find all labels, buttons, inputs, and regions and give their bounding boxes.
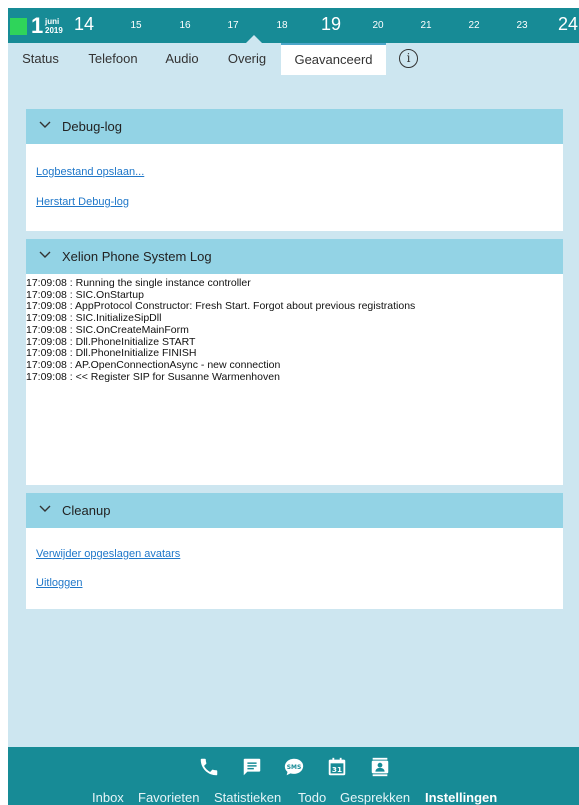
timeline-tick[interactable]: 15 [130, 20, 141, 32]
chevron-down-icon [39, 251, 51, 258]
app-window: 1 juni 2019 14 15 16 17 18 19 20 21 22 2… [8, 8, 579, 805]
timeline-month: juni [45, 17, 60, 26]
timeline-tick[interactable]: 20 [372, 20, 383, 32]
system-log-header[interactable]: Xelion Phone System Log [26, 239, 563, 274]
chat-icon[interactable] [241, 756, 263, 778]
timeline-tick[interactable]: 14 [74, 13, 94, 35]
nav-gesprekken[interactable]: Gesprekken [340, 791, 410, 805]
cleanup-panel: Cleanup Verwijder opgeslagen avatars Uit… [26, 493, 563, 609]
calendar-icon-text: 31 [332, 765, 342, 774]
debug-log-header[interactable]: Debug-log [26, 109, 563, 144]
save-logfile-link[interactable]: Logbestand opslaan... [36, 166, 144, 178]
tab-status[interactable]: Status [12, 43, 69, 75]
timeline-tick[interactable]: 23 [516, 20, 527, 32]
log-line: 17:09:08 : SIC.OnCreateMainForm [26, 323, 189, 336]
timeline-year: 2019 [45, 26, 63, 35]
log-line: 17:09:08 : << Register SIP for Susanne W… [26, 370, 280, 383]
sms-icon[interactable]: SMS [283, 756, 305, 778]
timeline-tick[interactable]: 21 [420, 20, 431, 32]
settings-content: Status Telefoon Audio Overig Geavanceerd… [8, 43, 579, 747]
timeline-tick[interactable]: 18 [276, 20, 287, 32]
timeline-day: 1 [31, 13, 44, 38]
info-icon[interactable]: i [399, 49, 418, 68]
cleanup-title: Cleanup [62, 503, 111, 518]
timeline-bar[interactable]: 1 juni 2019 14 15 16 17 18 19 20 21 22 2… [8, 8, 579, 43]
timeline-today-marker [10, 18, 27, 35]
timeline-tick[interactable]: 24 [558, 13, 578, 35]
system-log-text[interactable]: 17:09:08 : Running the single instance c… [26, 275, 563, 383]
phone-icon[interactable] [198, 756, 220, 778]
tab-audio[interactable]: Audio [156, 43, 208, 75]
system-log-panel: Xelion Phone System Log 17:09:08 : Runni… [26, 239, 563, 485]
timeline-month-year: juni 2019 [45, 17, 63, 35]
log-line: 17:09:08 : Running the single instance c… [26, 277, 251, 289]
timeline-tick[interactable]: 19 [321, 13, 341, 35]
chevron-down-icon [39, 505, 51, 512]
contacts-icon[interactable] [369, 756, 391, 778]
sms-icon-text: SMS [287, 764, 301, 771]
cleanup-header[interactable]: Cleanup [26, 493, 563, 528]
nav-statistieken[interactable]: Statistieken [214, 791, 281, 805]
tab-geavanceerd[interactable]: Geavanceerd [281, 43, 386, 75]
restart-debug-log-link[interactable]: Herstart Debug-log [36, 196, 129, 208]
nav-todo[interactable]: Todo [298, 791, 326, 805]
nav-instellingen[interactable]: Instellingen [425, 791, 497, 805]
nav-favorieten[interactable]: Favorieten [138, 791, 199, 805]
delete-avatars-link[interactable]: Verwijder opgeslagen avatars [36, 548, 180, 560]
timeline-tick[interactable]: 16 [179, 20, 190, 32]
chevron-down-icon [39, 121, 51, 128]
debug-log-panel: Debug-log Logbestand opslaan... Herstart… [26, 109, 563, 231]
debug-log-title: Debug-log [62, 119, 122, 134]
log-line: 17:09:08 : AP.OpenConnectionAsync - new … [26, 358, 281, 371]
calendar-icon[interactable]: 31 [326, 756, 348, 778]
tab-overig[interactable]: Overig [218, 43, 276, 75]
bottom-bar: SMS 31 Inbox Favorieten Statistieken Tod… [8, 747, 579, 805]
timeline-pointer [246, 35, 262, 43]
timeline-tick[interactable]: 22 [468, 20, 479, 32]
settings-tabs: Status Telefoon Audio Overig Geavanceerd… [8, 43, 579, 75]
logout-link[interactable]: Uitloggen [36, 577, 82, 589]
system-log-title: Xelion Phone System Log [62, 249, 212, 264]
tab-telefoon[interactable]: Telefoon [79, 43, 147, 75]
timeline-tick[interactable]: 17 [227, 20, 238, 32]
nav-inbox[interactable]: Inbox [92, 791, 124, 805]
